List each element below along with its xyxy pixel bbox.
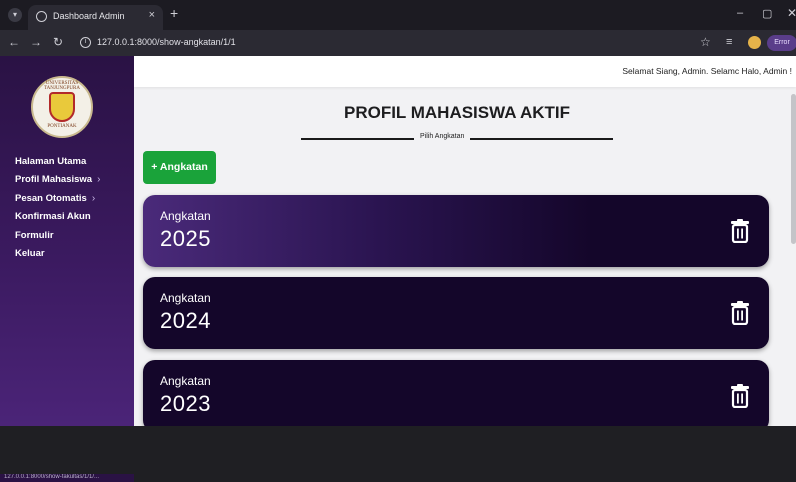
browser-tab[interactable]: Dashboard Admin ×	[28, 5, 163, 30]
sidebar-item-pesan-otomatis[interactable]: Pesan Otomatis ›	[15, 189, 100, 208]
greeting-text: Selamat Siang, Admin. Selamc Halo, Admin…	[622, 66, 792, 76]
scrollbar[interactable]	[791, 94, 796, 244]
profile-avatar[interactable]	[748, 36, 761, 49]
browser-tab-bar: ▾ Dashboard Admin × + – ▢ ✕	[0, 0, 796, 30]
card-year: 2023	[160, 391, 211, 416]
logo-top-text: UNIVERSITAS TANJUNGPURA	[44, 81, 80, 91]
trash-icon[interactable]	[729, 384, 751, 408]
sidebar-item-label: Keluar	[15, 248, 45, 260]
sidebar-item-label: Halaman Utama	[15, 155, 87, 167]
error-badge[interactable]: Error	[767, 35, 796, 51]
university-logo: UNIVERSITAS TANJUNGPURA PONTIANAK	[31, 76, 93, 138]
sidebar-item-label: Konfirmasi Akun	[15, 211, 91, 223]
minimize-icon[interactable]: –	[737, 7, 743, 19]
maximize-icon[interactable]: ▢	[762, 7, 772, 20]
card-label: Angkatan	[160, 374, 211, 388]
sidebar-item-label: Pesan Otomatis	[15, 192, 87, 204]
add-angkatan-button[interactable]: + Angkatan	[143, 151, 216, 184]
page-subtitle: Pilih Angkatan	[414, 133, 471, 140]
sidebar-item-label: Profil Mahasiswa	[15, 174, 93, 186]
chevron-right-icon: ›	[97, 174, 101, 186]
status-url: 127.0.0.1:8000/show-fakultas/1/1/...	[0, 474, 134, 482]
trash-icon[interactable]	[729, 301, 751, 325]
new-tab-button[interactable]: +	[170, 5, 178, 21]
browser-toolbar: ← → ↻ i 127.0.0.1:8000/show-angkatan/1/1…	[0, 30, 796, 56]
card-year: 2025	[160, 226, 211, 251]
angkatan-card-2025[interactable]: Angkatan 2025	[143, 195, 769, 267]
shield-icon	[49, 92, 75, 122]
close-window-icon[interactable]: ✕	[787, 6, 796, 20]
chevron-right-icon: ›	[91, 192, 96, 204]
tab-close-button[interactable]: ×	[149, 9, 155, 21]
trash-icon[interactable]	[729, 219, 751, 243]
bookmark-star-icon[interactable]: ☆	[700, 35, 711, 49]
logo-bottom-text: PONTIANAK	[47, 124, 77, 129]
card-year: 2024	[160, 308, 211, 333]
sidebar: UNIVERSITAS TANJUNGPURA PONTIANAK Halama…	[0, 56, 134, 482]
tab-title: Dashboard Admin	[53, 11, 125, 21]
extensions-icon[interactable]: ≡	[726, 36, 732, 48]
sidebar-item-label: Formulir	[15, 229, 54, 241]
sidebar-item-halaman-utama[interactable]: Halaman Utama	[15, 152, 100, 171]
globe-icon	[36, 11, 47, 22]
page-title: PROFIL MAHASISWA AKTIF	[343, 103, 571, 122]
tab-search-icon[interactable]: ▾	[8, 8, 22, 22]
main-content: Selamat Siang, Admin. Selamc Halo, Admin…	[134, 56, 796, 426]
top-header: Selamat Siang, Admin. Selamc Halo, Admin…	[134, 56, 796, 87]
card-label: Angkatan	[160, 291, 211, 305]
sidebar-item-keluar[interactable]: Keluar	[15, 245, 100, 264]
card-label: Angkatan	[160, 209, 211, 223]
sidebar-item-profil-mahasiswa[interactable]: Profil Mahasiswa ›	[15, 171, 100, 190]
forward-icon[interactable]: →	[30, 35, 42, 49]
back-icon[interactable]: ←	[8, 35, 20, 49]
site-info-icon[interactable]: i	[80, 37, 91, 48]
sidebar-item-konfirmasi-akun[interactable]: Konfirmasi Akun	[15, 208, 100, 227]
sidebar-item-formulir[interactable]: Formulir	[15, 226, 100, 245]
angkatan-card-2024[interactable]: Angkatan 2024	[143, 277, 769, 349]
address-bar[interactable]: 127.0.0.1:8000/show-angkatan/1/1	[97, 37, 236, 47]
sidebar-menu: Halaman Utama Profil Mahasiswa › Pesan O…	[15, 152, 100, 263]
reload-icon[interactable]: ↻	[53, 35, 63, 49]
angkatan-card-2023[interactable]: Angkatan 2023	[143, 360, 769, 426]
